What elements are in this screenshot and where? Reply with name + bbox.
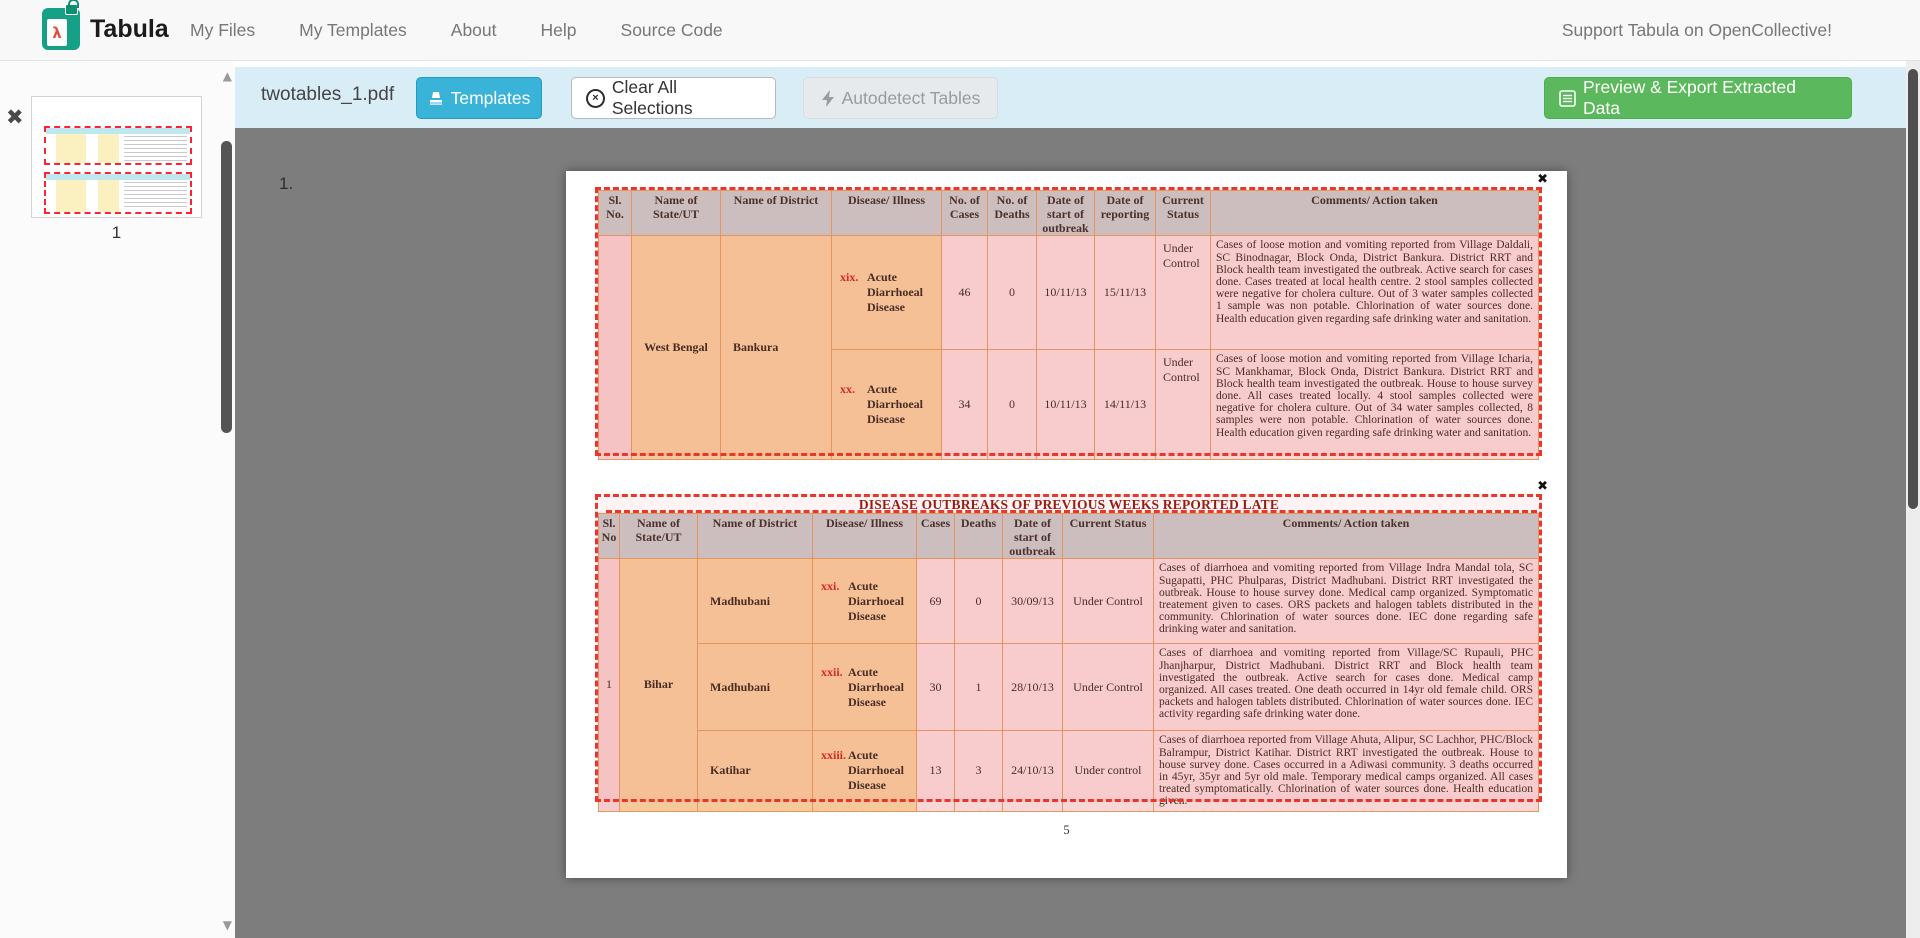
selection-2[interactable]: ✖ bbox=[595, 494, 1542, 802]
sidebar-scroll-up-icon[interactable]: ▲ bbox=[223, 69, 232, 83]
nav-item-my-templates[interactable]: My Templates bbox=[299, 20, 407, 41]
delete-page-icon[interactable]: ✖ bbox=[6, 105, 24, 129]
lambda-glyph: λ bbox=[52, 24, 62, 42]
sidebar-scroll-down-icon[interactable]: ▼ bbox=[223, 918, 232, 932]
toolbar: twotables_1.pdf Templates × Clear All Se… bbox=[235, 67, 1906, 128]
window-scrollbar-thumb[interactable] bbox=[1908, 69, 1918, 509]
document-area: 1. Sl. No. Name of State/UT Name of Dist… bbox=[235, 128, 1906, 938]
pdf-page[interactable]: Sl. No. Name of State/UT Name of Distric… bbox=[566, 171, 1567, 878]
brand-name: Tabula bbox=[90, 15, 169, 44]
thumbnail-page-number: 1 bbox=[31, 223, 202, 243]
templates-button[interactable]: Templates bbox=[416, 77, 542, 119]
clear-all-selections-button[interactable]: × Clear All Selections bbox=[571, 77, 776, 119]
table-list-icon bbox=[1559, 90, 1576, 107]
autodetect-button-label: Autodetect Tables bbox=[842, 88, 981, 109]
brand[interactable]: λ Tabula bbox=[42, 8, 169, 50]
selection-1[interactable]: ✖ bbox=[595, 187, 1542, 456]
page-list-label: 1. bbox=[279, 174, 293, 194]
main-area: twotables_1.pdf Templates × Clear All Se… bbox=[235, 61, 1906, 938]
export-button-label: Preview & Export Extracted Data bbox=[1583, 77, 1837, 119]
lightning-icon bbox=[821, 90, 835, 107]
thumbnail-selection-2 bbox=[44, 172, 192, 214]
templates-button-label: Templates bbox=[451, 88, 531, 109]
support-link[interactable]: Support Tabula on OpenCollective! bbox=[1562, 0, 1832, 61]
selection-1-close-icon[interactable]: ✖ bbox=[1537, 172, 1548, 187]
navbar: λ Tabula My Files My Templates About Hel… bbox=[0, 0, 1920, 61]
nav-item-source-code[interactable]: Source Code bbox=[621, 20, 723, 41]
sidebar-scrollbar-thumb[interactable] bbox=[221, 141, 232, 433]
selection-2-close-icon[interactable]: ✖ bbox=[1537, 479, 1548, 494]
nav-item-my-files[interactable]: My Files bbox=[190, 20, 255, 41]
sidebar: ✖ 1 ▲ ▼ bbox=[0, 61, 235, 938]
page-thumbnail[interactable] bbox=[31, 96, 202, 218]
tabula-app: λ Tabula My Files My Templates About Hel… bbox=[0, 0, 1920, 938]
lock-icon bbox=[65, 4, 78, 15]
nav-links: My Files My Templates About Help Source … bbox=[190, 0, 723, 61]
thumbnail-selection-1 bbox=[44, 126, 192, 165]
nav-item-help[interactable]: Help bbox=[541, 20, 577, 41]
window-scrollbar[interactable] bbox=[1906, 61, 1920, 938]
tabula-logo-icon: λ bbox=[42, 8, 80, 50]
pdf-page-number: 5 bbox=[566, 823, 1567, 838]
circle-x-icon: × bbox=[586, 89, 605, 108]
preview-export-button[interactable]: Preview & Export Extracted Data bbox=[1544, 77, 1852, 119]
autodetect-tables-button: Autodetect Tables bbox=[803, 77, 998, 119]
template-stamp-icon bbox=[428, 90, 444, 106]
clear-button-label: Clear All Selections bbox=[612, 77, 761, 119]
nav-item-about[interactable]: About bbox=[451, 20, 497, 41]
filename-label: twotables_1.pdf bbox=[261, 84, 394, 106]
